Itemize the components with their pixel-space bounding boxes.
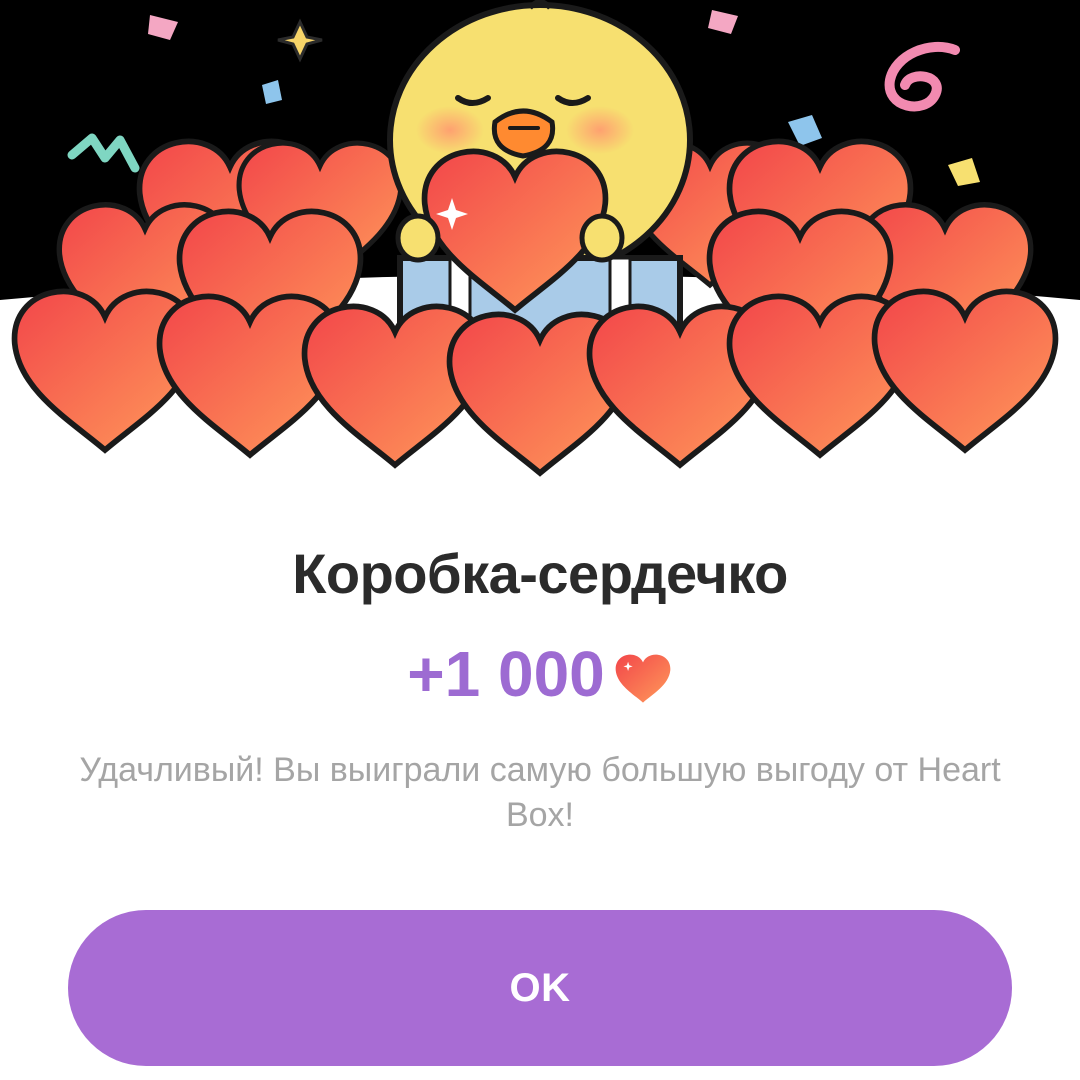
- ok-button[interactable]: OK: [68, 910, 1012, 1066]
- heart-box-illustration: [0, 0, 1080, 500]
- dialog-description: Удачливый! Вы выиграли самую большую выг…: [79, 751, 1001, 834]
- reward-row: +1 000: [0, 636, 1080, 712]
- ok-button-label: OK: [509, 965, 571, 1010]
- dialog-title: Коробка-сердечко: [292, 542, 788, 605]
- heart-box-reward-dialog: Коробка-сердечко +1 000 Удачливый! Вы вы…: [0, 0, 1080, 1080]
- reward-amount: +1 000: [407, 638, 605, 710]
- heart-icon: [615, 654, 671, 703]
